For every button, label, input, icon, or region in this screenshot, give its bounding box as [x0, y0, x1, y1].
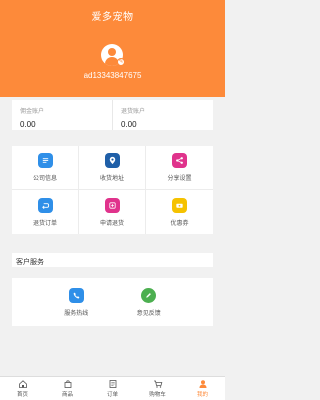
service-hotline[interactable]: 服务热线 — [64, 278, 88, 326]
tab-products[interactable]: 商品 — [45, 377, 90, 400]
return-request-icon — [104, 197, 120, 213]
avatar-head — [108, 48, 116, 56]
menu-shipping-address[interactable]: 收货地址 — [79, 146, 146, 190]
return-arrow-icon — [37, 197, 53, 213]
menu-apply-return-label: 申请退货 — [99, 220, 124, 227]
tab-mine[interactable]: 我的 — [180, 377, 225, 400]
menu-coupons[interactable]: 优惠券 — [146, 190, 213, 234]
tab-products-label: 商品 — [61, 392, 73, 398]
tab-home[interactable]: 首页 — [0, 377, 45, 400]
commission-account-label: 佣金账户 — [20, 109, 45, 115]
edit-avatar-icon[interactable]: ✎ — [117, 58, 125, 66]
customer-service-header: 客户服务 — [12, 253, 213, 267]
menu-shipping-address-label: 收货地址 — [99, 176, 124, 182]
location-pin-icon — [104, 153, 120, 168]
feedback-label: 意见反馈 — [136, 310, 161, 317]
cart-icon — [153, 380, 162, 388]
menu-share-settings[interactable]: 分享设置 — [146, 146, 213, 190]
bag-icon — [64, 380, 71, 388]
menu-company-info[interactable]: 公司信息 — [12, 146, 79, 190]
pencil-icon — [141, 287, 157, 303]
balance-panel: 佣金账户 0.00 退货账户 0.00 — [12, 100, 213, 130]
service-hotline-label: 服务热线 — [64, 310, 89, 317]
menu-return-orders[interactable]: 退货订单 — [12, 190, 79, 234]
customer-service-title: 客户服务 — [16, 259, 44, 266]
page-title: 爱多宠物 — [91, 12, 134, 23]
document-icon — [37, 153, 53, 168]
home-icon — [18, 380, 27, 388]
order-icon — [109, 380, 116, 388]
tab-home-label: 首页 — [16, 392, 28, 398]
commission-account[interactable]: 佣金账户 0.00 — [12, 100, 112, 130]
commission-account-value: 0.00 — [20, 120, 36, 129]
menu-return-orders-label: 退货订单 — [32, 220, 57, 227]
feature-grid: 公司信息 收货地址 分享设置 退货订单 申请退货 优惠券 — [12, 146, 213, 234]
tab-cart[interactable]: 购物车 — [135, 377, 180, 400]
user-id: ad13343847675 — [83, 71, 142, 80]
tab-orders[interactable]: 订单 — [90, 377, 135, 400]
menu-share-settings-label: 分享设置 — [167, 176, 192, 182]
tab-cart-label: 购物车 — [149, 392, 166, 398]
bottom-tab-bar: 首页 商品 订单 购物车 我的 — [0, 376, 225, 400]
feedback[interactable]: 意见反馈 — [137, 278, 161, 326]
tab-orders-label: 订单 — [106, 392, 118, 398]
return-account-value: 0.00 — [121, 120, 137, 129]
menu-coupons-label: 优惠券 — [170, 220, 189, 227]
customer-service-panel: 服务热线 意见反馈 — [12, 278, 213, 326]
return-account[interactable]: 退货账户 0.00 — [112, 100, 213, 130]
menu-company-info-label: 公司信息 — [32, 176, 57, 182]
profile-header: 爱多宠物 ✎ ad13343847675 — [0, 0, 225, 97]
menu-apply-return[interactable]: 申请退货 — [79, 190, 146, 234]
user-icon — [199, 380, 206, 388]
phone-icon — [68, 287, 84, 303]
coupon-icon — [172, 197, 187, 213]
return-account-label: 退货账户 — [121, 109, 146, 115]
share-icon — [172, 153, 187, 168]
tab-mine-label: 我的 — [196, 392, 208, 398]
